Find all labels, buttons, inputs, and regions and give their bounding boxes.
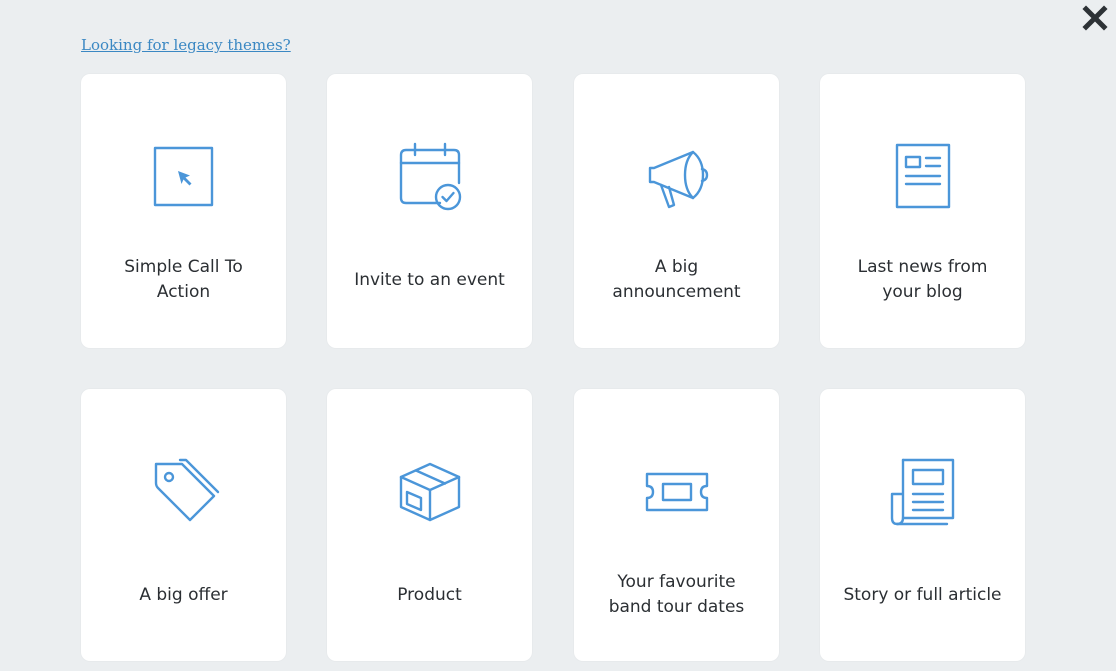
card-label: A big offer xyxy=(139,584,228,605)
card-product[interactable]: Product xyxy=(327,389,532,661)
card-label: Story or full article xyxy=(843,584,1002,605)
card-label: Last news from your blog xyxy=(857,257,988,302)
card-label: Invite to an event xyxy=(354,269,505,290)
box-icon xyxy=(399,462,460,522)
template-grid: Simple Call To Action Invite to an event xyxy=(0,0,1116,671)
price-tag-icon xyxy=(154,458,219,522)
newspaper-icon xyxy=(890,458,954,526)
card-last-news-from-your-blog[interactable]: Last news from your blog xyxy=(820,74,1025,348)
card-simple-call-to-action[interactable]: Simple Call To Action xyxy=(81,74,286,348)
document-icon xyxy=(895,143,950,209)
cursor-in-box-icon xyxy=(153,146,213,207)
card-a-big-announcement[interactable]: A big announcement xyxy=(574,74,779,348)
card-label: Your favourite band tour dates xyxy=(608,572,745,617)
card-story-or-full-article[interactable]: Story or full article xyxy=(820,389,1025,661)
card-label: Simple Call To Action xyxy=(124,257,243,302)
calendar-check-icon xyxy=(399,142,461,211)
megaphone-icon xyxy=(648,150,708,209)
card-label: Product xyxy=(397,584,462,605)
card-invite-to-an-event[interactable]: Invite to an event xyxy=(327,74,532,348)
card-label: A big announcement xyxy=(612,257,741,302)
card-a-big-offer[interactable]: A big offer xyxy=(81,389,286,661)
card-your-favourite-band-tour-dates[interactable]: Your favourite band tour dates xyxy=(574,389,779,661)
ticket-icon xyxy=(645,472,708,512)
